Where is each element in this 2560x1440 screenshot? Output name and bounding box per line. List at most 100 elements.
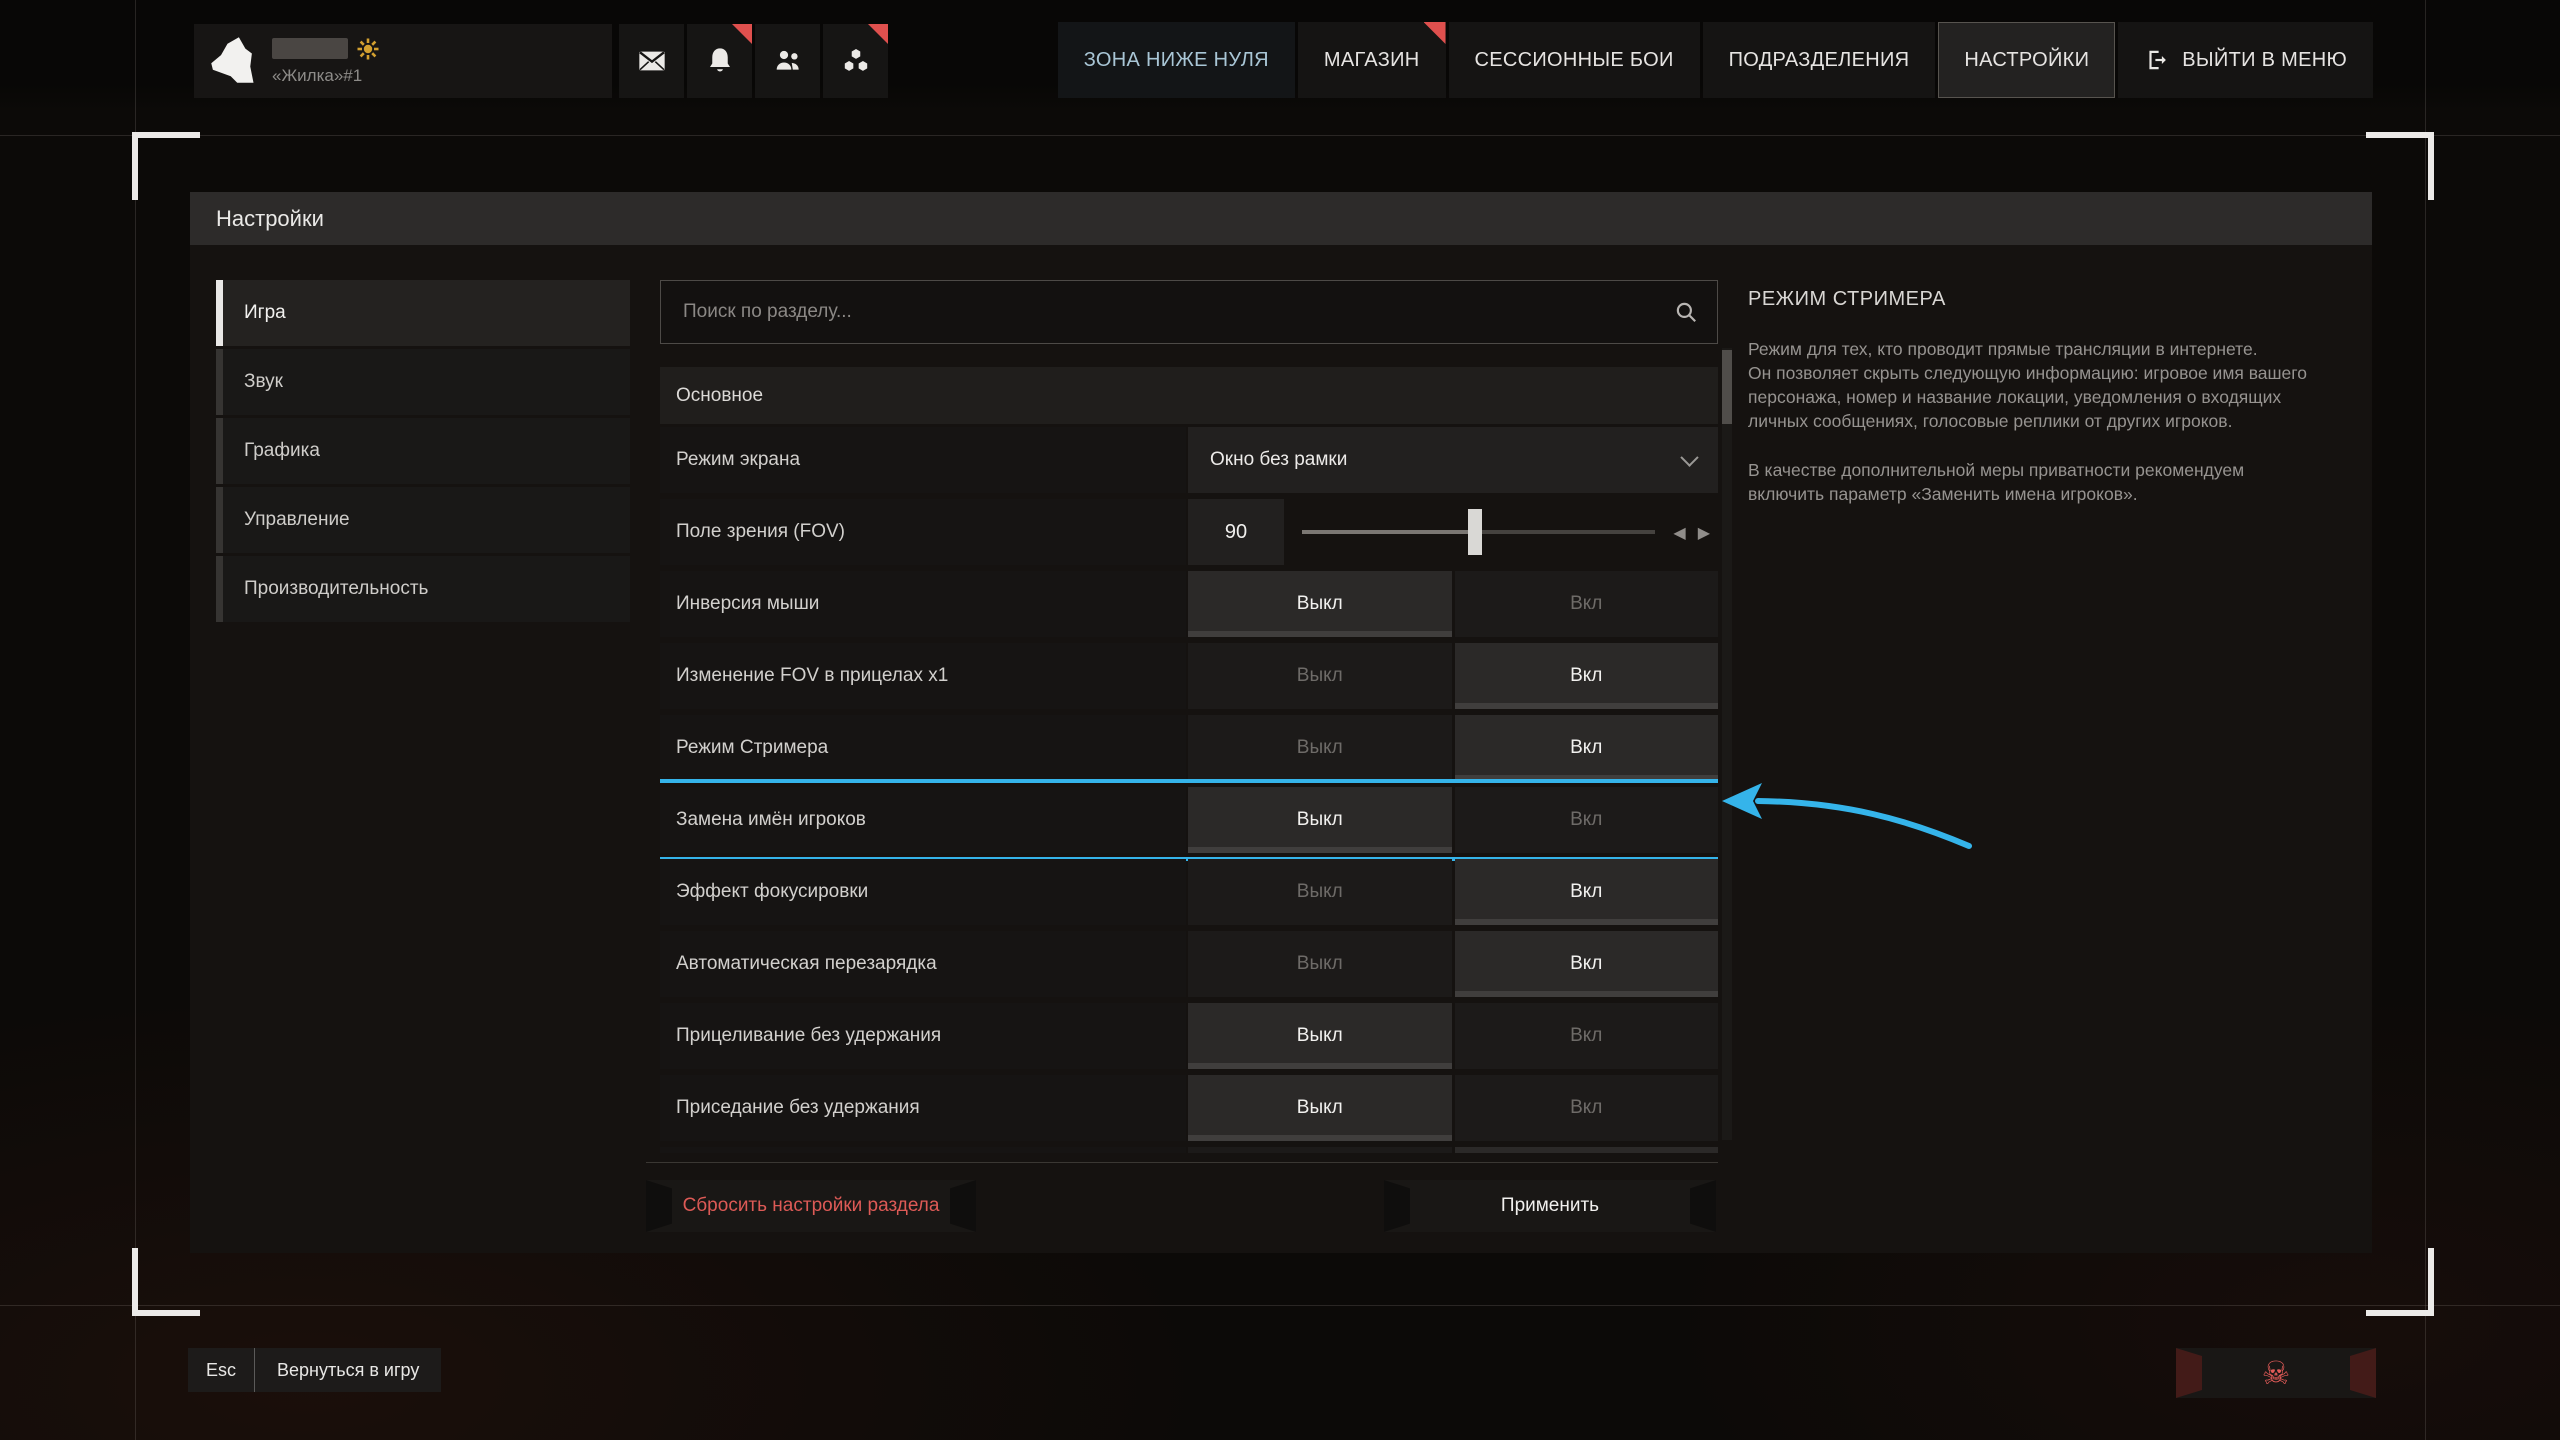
setting-row-5: Замена имён игроковВыклВкл: [660, 787, 1718, 853]
suicide-button[interactable]: ☠: [2176, 1348, 2376, 1398]
toggle-off-button[interactable]: Выкл: [1188, 859, 1452, 925]
nav-item-настройки[interactable]: НАСТРОЙКИ: [1938, 22, 2115, 98]
nav-item-label: ЗОНА НИЖЕ НУЛЯ: [1084, 49, 1269, 72]
toggle-off-button[interactable]: Выкл: [1188, 715, 1452, 781]
toggle-on-button[interactable]: Вкл: [1455, 643, 1719, 709]
frame-line-left: [135, 0, 136, 1440]
setting-row-2: Инверсия мышиВыклВкл: [660, 571, 1718, 637]
settings-sidebar: Игра Звук Графика Управление Производительно…: [216, 280, 630, 622]
sidebar-item-производительность[interactable]: Производительность: [216, 556, 630, 622]
notifications-button[interactable]: [687, 24, 752, 98]
player-identity: «Жилка»#1: [272, 37, 380, 86]
settings-main-column: Основное Режим экранаОкно без рамкиПоле …: [660, 192, 1718, 1253]
setting-label: [660, 1147, 1186, 1153]
nav-item-подразделения[interactable]: ПОДРАЗДЕЛЕНИЯ: [1703, 22, 1936, 98]
sidebar-item-управление[interactable]: Управление: [216, 487, 630, 553]
fov-increase-button[interactable]: ▶: [1698, 523, 1710, 542]
toggle-control: ВыклВкл: [1188, 787, 1718, 853]
nav-item-зона-ниже-нуля[interactable]: ЗОНА НИЖЕ НУЛЯ: [1058, 22, 1295, 98]
settings-rows: Режим экранаОкно без рамкиПоле зрения (F…: [660, 427, 1718, 1153]
sidebar-item-bar: [216, 280, 223, 346]
setting-label: Изменение FOV в прицелах x1: [660, 643, 1186, 709]
toggle-off-button[interactable]: Выкл: [1188, 931, 1452, 997]
nav-item-магазин[interactable]: МАГАЗИН: [1298, 22, 1446, 98]
setting-label: Прицеливание без удержания: [660, 1003, 1186, 1069]
slider-handle[interactable]: [1468, 509, 1482, 555]
setting-row-4: Режим СтримераВыклВкл: [660, 715, 1718, 781]
setting-row-9: Приседание без удержанияВыклВкл: [660, 1075, 1718, 1141]
scrollbar-thumb[interactable]: [1722, 350, 1732, 424]
main-nav: ЗОНА НИЖЕ НУЛЯ МАГАЗИН СЕССИОННЫЕ БОИ ПОДРА…: [1058, 22, 2373, 98]
sidebar-item-bar: [216, 487, 223, 553]
sidebar-item-графика[interactable]: Графика: [216, 418, 630, 484]
settings-scrollbar[interactable]: [1722, 348, 1732, 1140]
notification-badge: [1424, 22, 1446, 44]
slider-fill: [1302, 530, 1475, 534]
player-clan-tag: «Жилка»#1: [272, 66, 380, 86]
toggle-on-button[interactable]: Вкл: [1455, 1075, 1719, 1141]
player-chip[interactable]: «Жилка»#1: [194, 24, 612, 98]
nav-item-сессионные-бои[interactable]: СЕССИОННЫЕ БОИ: [1449, 22, 1700, 98]
toggle-on-button[interactable]: Вкл: [1455, 715, 1719, 781]
fov-value[interactable]: 90: [1188, 499, 1284, 565]
toggle-on-button[interactable]: Вкл: [1455, 859, 1719, 925]
setting-row-7: Автоматическая перезарядкаВыклВкл: [660, 931, 1718, 997]
sidebar-item-label: Звук: [244, 371, 283, 393]
sidebar-item-bar: [216, 349, 223, 415]
dropdown-value: Окно без рамки: [1210, 449, 1347, 471]
reset-section-button[interactable]: Сбросить настройки раздела: [646, 1180, 976, 1232]
header-icon-buttons: [619, 24, 888, 98]
setting-label: Автоматическая перезарядка: [660, 931, 1186, 997]
sidebar-item-label: Производительность: [244, 578, 428, 600]
toggle-control: ВыклВкл: [1188, 1147, 1718, 1153]
esc-key-label: Esc: [188, 1348, 255, 1392]
setting-row-1: Поле зрения (FOV)90◀▶: [660, 499, 1718, 565]
chevron-down-icon: [1680, 448, 1698, 466]
toggle-off-button[interactable]: Выкл: [1188, 787, 1452, 853]
frame-corner-bottom-left: [132, 1248, 200, 1316]
apply-button[interactable]: Применить: [1384, 1180, 1716, 1232]
toggle-on-button[interactable]: Вкл: [1455, 1003, 1719, 1069]
toggle-on-button[interactable]: Вкл: [1455, 1147, 1719, 1153]
search-input[interactable]: [661, 301, 1673, 323]
info-panel: РЕЖИМ СТРИМЕРА Режим для тех, кто провод…: [1748, 288, 2348, 506]
setting-label: Режим Стримера: [660, 715, 1186, 781]
toggle-off-button[interactable]: Выкл: [1188, 643, 1452, 709]
toggle-on-button[interactable]: Вкл: [1455, 931, 1719, 997]
mail-button[interactable]: [619, 24, 684, 98]
toggle-off-button[interactable]: Выкл: [1188, 1003, 1452, 1069]
sidebar-item-игра[interactable]: Игра: [216, 280, 630, 346]
fov-slider[interactable]: [1302, 499, 1655, 565]
search-box[interactable]: [660, 280, 1718, 344]
sidebar-item-bar: [216, 556, 223, 622]
nav-item-label: СЕССИОННЫЕ БОИ: [1475, 49, 1674, 72]
squad-button[interactable]: [823, 24, 888, 98]
friends-button[interactable]: [755, 24, 820, 98]
toggle-off-button[interactable]: Выкл: [1188, 571, 1452, 637]
toggle-control: ВыклВкл: [1188, 1075, 1718, 1141]
fov-decrease-button[interactable]: ◀: [1673, 523, 1685, 542]
toggle-on-button[interactable]: Вкл: [1455, 787, 1719, 853]
toggle-control: ВыклВкл: [1188, 643, 1718, 709]
settings-panel: Настройки ИграЗвукГрафикаУправлениеПроиз…: [190, 192, 2372, 1253]
frame-line-bottom: [0, 1305, 2560, 1306]
frame-line-right: [2425, 0, 2426, 1440]
exit-icon: [2144, 47, 2170, 73]
nav-item-выйти-в-меню[interactable]: ВЫЙТИ В МЕНЮ: [2118, 22, 2373, 98]
game-settings-screen: «Жилка»#1 ЗОНА НИЖЕ НУЛЯ МАГАЗИН СЕССИОННЫ…: [0, 0, 2560, 1440]
return-to-game-button[interactable]: Esc Вернуться в игру: [188, 1348, 441, 1392]
section-header: Основное: [660, 367, 1718, 424]
sidebar-item-bar: [216, 418, 223, 484]
sidebar-item-звук[interactable]: Звук: [216, 349, 630, 415]
screen-mode-dropdown[interactable]: Окно без рамки: [1188, 427, 1718, 493]
toggle-control: ВыклВкл: [1188, 1003, 1718, 1069]
toggle-off-button[interactable]: Выкл: [1188, 1147, 1452, 1153]
setting-row-0: Режим экранаОкно без рамки: [660, 427, 1718, 493]
sidebar-item-label: Управление: [244, 509, 350, 531]
reset-section-label: Сбросить настройки раздела: [683, 1195, 940, 1217]
nav-item-label: ВЫЙТИ В МЕНЮ: [2182, 49, 2347, 72]
setting-label: Инверсия мыши: [660, 571, 1186, 637]
toggle-on-button[interactable]: Вкл: [1455, 571, 1719, 637]
toggle-off-button[interactable]: Выкл: [1188, 1075, 1452, 1141]
player-name-redacted: [272, 38, 348, 59]
